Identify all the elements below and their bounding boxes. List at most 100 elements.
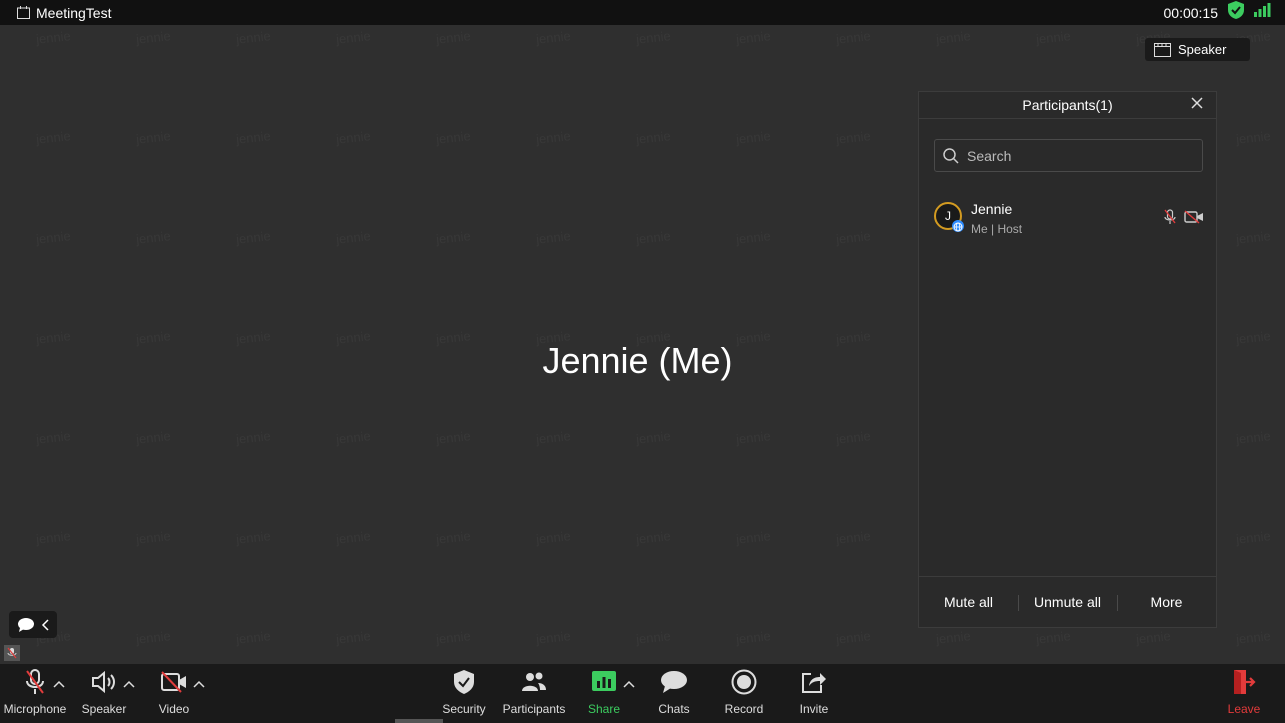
chat-bubble-icon bbox=[660, 670, 688, 699]
watermark-text: jennie bbox=[35, 28, 72, 47]
watermark-text: jennie bbox=[535, 628, 572, 647]
signal-strength-icon[interactable] bbox=[1254, 3, 1271, 22]
video-off-icon[interactable] bbox=[1184, 210, 1204, 229]
watermark-text: jennie bbox=[1235, 628, 1272, 647]
mute-all-button[interactable]: Mute all bbox=[919, 594, 1018, 610]
leave-door-icon bbox=[1232, 669, 1256, 700]
watermark-text: jennie bbox=[735, 28, 772, 47]
watermark-text: jennie bbox=[335, 128, 372, 147]
meeting-toolbar: Microphone Speaker Video Security Partic… bbox=[0, 664, 1285, 723]
speaker-volume-icon bbox=[91, 670, 117, 699]
speaker-options-chevron-up-icon[interactable] bbox=[123, 676, 135, 688]
watermark-text: jennie bbox=[1235, 128, 1272, 147]
participants-panel: Participants(1) J Jennie Me | Host Mute … bbox=[918, 91, 1217, 628]
watermark-text: jennie bbox=[635, 528, 672, 547]
invite-share-arrow-icon bbox=[801, 670, 827, 699]
watermark-text: jennie bbox=[835, 228, 872, 247]
watermark-text: jennie bbox=[135, 128, 172, 147]
watermark-text: jennie bbox=[335, 428, 372, 447]
watermark-text: jennie bbox=[235, 128, 272, 147]
microphone-muted-icon bbox=[24, 668, 46, 700]
watermark-text: jennie bbox=[535, 128, 572, 147]
speaker-label: Speaker bbox=[81, 702, 127, 716]
participants-label: Participants bbox=[502, 702, 566, 716]
watermark-text: jennie bbox=[135, 528, 172, 547]
watermark-text: jennie bbox=[435, 28, 472, 47]
watermark-text: jennie bbox=[335, 28, 372, 47]
calendar-icon bbox=[17, 6, 30, 19]
video-label: Video bbox=[158, 702, 190, 716]
panel-title: Participants(1) bbox=[1022, 97, 1113, 113]
mic-muted-icon[interactable] bbox=[1164, 209, 1176, 230]
view-speaker-label: Speaker bbox=[1178, 42, 1227, 57]
shield-check-icon bbox=[453, 669, 475, 700]
chats-button[interactable]: Chats bbox=[639, 669, 709, 716]
watermark-text: jennie bbox=[235, 428, 272, 447]
share-label: Share bbox=[587, 702, 621, 716]
watermark-text: jennie bbox=[35, 528, 72, 547]
microphone-options-chevron-up-icon[interactable] bbox=[53, 676, 65, 688]
watermark-text: jennie bbox=[435, 128, 472, 147]
watermark-text: jennie bbox=[35, 128, 72, 147]
panel-footer: Mute all Unmute all More bbox=[919, 576, 1216, 627]
close-icon[interactable] bbox=[1190, 96, 1204, 110]
watermark-text: jennie bbox=[735, 228, 772, 247]
watermark-text: jennie bbox=[1235, 528, 1272, 547]
chevron-left-icon bbox=[41, 618, 49, 631]
chat-bubble-icon bbox=[17, 617, 35, 633]
record-button[interactable]: Record bbox=[709, 669, 779, 716]
meeting-title: MeetingTest bbox=[36, 4, 112, 21]
watermark-text: jennie bbox=[335, 628, 372, 647]
participants-button[interactable]: Participants bbox=[499, 669, 569, 716]
participants-icon bbox=[521, 671, 547, 698]
meeting-timer: 00:00:15 bbox=[1163, 4, 1219, 21]
share-options-chevron-up-icon[interactable] bbox=[623, 676, 635, 688]
watermark-text: jennie bbox=[1235, 228, 1272, 247]
search-input[interactable] bbox=[965, 146, 1189, 165]
chats-label: Chats bbox=[658, 702, 690, 716]
participant-row[interactable]: J Jennie Me | Host bbox=[934, 201, 1204, 238]
toolbar-divider bbox=[395, 719, 443, 723]
shield-check-icon[interactable] bbox=[1228, 1, 1244, 24]
watermark-text: jennie bbox=[135, 228, 172, 247]
leave-button[interactable]: Leave bbox=[1209, 669, 1279, 716]
security-button[interactable]: Security bbox=[429, 669, 499, 716]
participant-name: Jennie bbox=[971, 201, 1013, 217]
watermark-text: jennie bbox=[835, 628, 872, 647]
participant-search[interactable] bbox=[934, 139, 1203, 172]
chat-toggle-button[interactable] bbox=[9, 611, 57, 638]
watermark-text: jennie bbox=[635, 628, 672, 647]
watermark-text: jennie bbox=[1035, 628, 1072, 647]
watermark-text: jennie bbox=[735, 628, 772, 647]
watermark-text: jennie bbox=[735, 528, 772, 547]
unmute-all-button[interactable]: Unmute all bbox=[1018, 594, 1117, 611]
invite-button[interactable]: Invite bbox=[779, 669, 849, 716]
microphone-label: Microphone bbox=[3, 702, 67, 716]
view-speaker-button[interactable]: Speaker bbox=[1145, 38, 1250, 61]
watermark-text: jennie bbox=[535, 28, 572, 47]
participant-role: Me | Host bbox=[971, 222, 1023, 236]
watermark-text: jennie bbox=[1135, 628, 1172, 647]
globe-icon bbox=[952, 220, 964, 232]
watermark-text: jennie bbox=[235, 628, 272, 647]
watermark-text: jennie bbox=[335, 228, 372, 247]
more-button[interactable]: More bbox=[1117, 594, 1216, 611]
share-screen-icon bbox=[591, 670, 617, 699]
watermark-text: jennie bbox=[635, 128, 672, 147]
record-label: Record bbox=[724, 702, 764, 716]
leave-label: Leave bbox=[1227, 702, 1261, 716]
watermark-text: jennie bbox=[835, 28, 872, 47]
watermark-text: jennie bbox=[135, 428, 172, 447]
mini-mic-muted-icon[interactable] bbox=[4, 645, 20, 661]
title-bar: MeetingTest 00:00:15 bbox=[0, 0, 1285, 25]
watermark-text: jennie bbox=[935, 628, 972, 647]
watermark-text: jennie bbox=[535, 428, 572, 447]
watermark-text: jennie bbox=[435, 628, 472, 647]
video-off-icon bbox=[160, 670, 188, 698]
invite-label: Invite bbox=[799, 702, 829, 716]
video-options-chevron-up-icon[interactable] bbox=[193, 676, 205, 688]
watermark-text: jennie bbox=[235, 528, 272, 547]
watermark-text: jennie bbox=[735, 128, 772, 147]
watermark-text: jennie bbox=[435, 528, 472, 547]
watermark-text: jennie bbox=[1035, 28, 1072, 47]
